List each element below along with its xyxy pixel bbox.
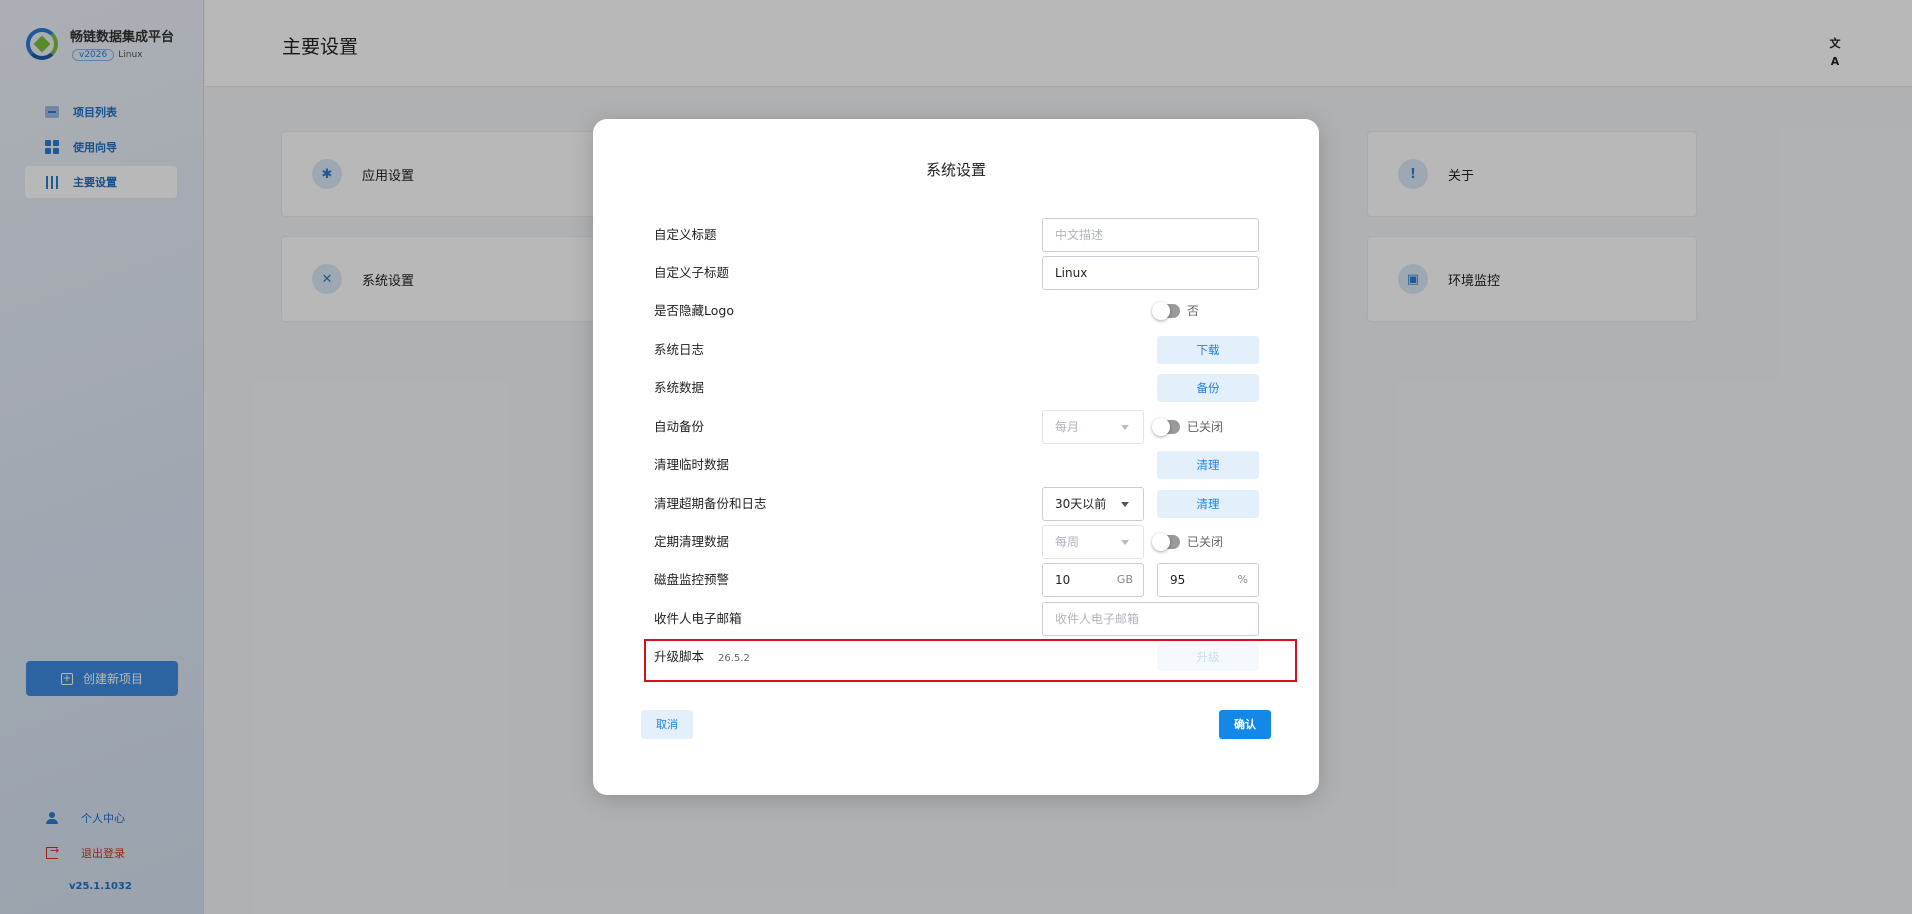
row-hide-logo: 是否隐藏Logo 否	[654, 294, 1254, 328]
chevron-down-icon	[1121, 425, 1129, 430]
select-value: 30天以前	[1055, 497, 1107, 511]
gb-unit: GB	[1116, 573, 1133, 586]
field-label: 系统数据	[654, 380, 705, 395]
field-label: 自定义子标题	[654, 265, 730, 280]
scheduled-clean-frequency-select[interactable]: 每周	[1042, 525, 1144, 559]
row-system-log: 系统日志 下载	[654, 333, 1259, 367]
row-recipient-email: 收件人电子邮箱 收件人电子邮箱	[654, 602, 1259, 636]
clean-temp-button[interactable]: 清理	[1157, 451, 1259, 479]
disk-gb-input[interactable]: 10 GB	[1042, 563, 1144, 597]
custom-subtitle-input[interactable]: Linux	[1042, 256, 1259, 290]
row-clean-expired: 清理超期备份和日志 30天以前 清理	[654, 487, 1259, 521]
hide-logo-state: 否	[1187, 304, 1200, 318]
select-value: 每周	[1055, 535, 1080, 549]
backup-data-button[interactable]: 备份	[1157, 374, 1259, 402]
highlight-box	[644, 639, 1297, 682]
field-label: 清理临时数据	[654, 457, 730, 472]
cancel-button[interactable]: 取消	[641, 710, 693, 739]
hide-logo-toggle[interactable]	[1152, 302, 1180, 320]
recipient-email-input[interactable]: 收件人电子邮箱	[1042, 602, 1259, 636]
field-label: 自动备份	[654, 419, 705, 434]
row-custom-title: 自定义标题 中文描述	[654, 218, 1259, 252]
expired-range-select[interactable]: 30天以前	[1042, 487, 1144, 521]
row-auto-backup: 自动备份 每月 已关闭	[654, 410, 1254, 444]
row-scheduled-clean: 定期清理数据 每周 已关闭	[654, 525, 1254, 559]
system-settings-dialog: 系统设置 自定义标题 中文描述 自定义子标题 Linux 是否隐藏Logo 否 …	[593, 119, 1319, 795]
chevron-down-icon	[1121, 540, 1129, 545]
row-disk-alert: 磁盘监控预警 10 GB 95 %	[654, 563, 1259, 597]
row-custom-subtitle: 自定义子标题 Linux	[654, 256, 1259, 290]
scheduled-clean-toggle[interactable]	[1152, 533, 1180, 551]
auto-backup-toggle[interactable]	[1152, 418, 1180, 436]
confirm-button[interactable]: 确认	[1219, 710, 1271, 739]
disk-percent-input[interactable]: 95 %	[1157, 563, 1259, 597]
scheduled-clean-state: 已关闭	[1187, 535, 1224, 549]
disk-gb-value: 10	[1055, 573, 1071, 587]
field-label: 是否隐藏Logo	[654, 303, 734, 318]
field-label: 磁盘监控预警	[654, 572, 730, 587]
dialog-title: 系统设置	[925, 161, 986, 179]
clean-expired-button[interactable]: 清理	[1157, 490, 1259, 518]
download-log-button[interactable]: 下载	[1157, 336, 1259, 364]
field-label: 清理超期备份和日志	[654, 496, 767, 511]
field-label: 系统日志	[654, 342, 705, 357]
disk-percent-value: 95	[1170, 573, 1186, 587]
field-label: 自定义标题	[654, 227, 717, 242]
field-label: 收件人电子邮箱	[654, 611, 742, 626]
row-system-data: 系统数据 备份	[654, 371, 1259, 405]
auto-backup-frequency-select[interactable]: 每月	[1042, 410, 1144, 444]
row-clean-temp: 清理临时数据 清理	[654, 448, 1259, 482]
auto-backup-state: 已关闭	[1187, 420, 1224, 434]
select-value: 每月	[1055, 420, 1080, 434]
chevron-down-icon	[1121, 502, 1129, 507]
percent-unit: %	[1237, 573, 1248, 586]
field-label: 定期清理数据	[654, 534, 730, 549]
custom-title-input[interactable]: 中文描述	[1042, 218, 1259, 252]
